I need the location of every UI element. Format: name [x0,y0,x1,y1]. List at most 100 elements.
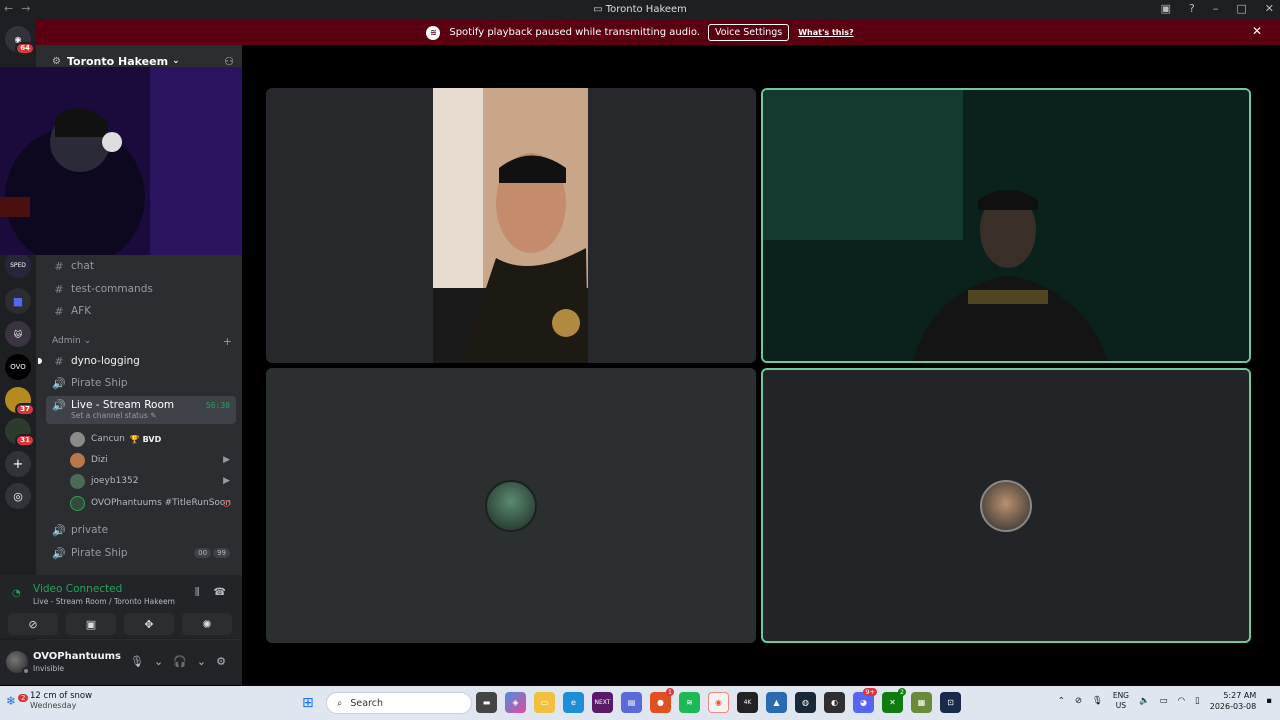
forward-icon[interactable]: → [21,2,30,15]
channel-label: private [71,524,109,536]
server-ovo[interactable]: OVO [5,354,31,380]
app-badge-icon[interactable]: ● 1 [650,688,674,713]
add-channel-icon[interactable]: + [223,335,232,348]
discord-icon[interactable]: ◕ 9+ [853,688,877,713]
copilot-icon[interactable]: ◈ [505,692,526,713]
voice-state[interactable]: Video Connected [33,583,122,595]
server-gold[interactable]: 37 [5,387,35,416]
volume-icon[interactable]: 🔈 [1139,696,1150,706]
server-label: OVO [10,363,26,371]
video-tile-dizi[interactable] [266,88,756,363]
next-icon[interactable]: NEXT [592,692,613,713]
voice-member[interactable]: OVOPhantuums #TitleRunSoon [70,494,234,512]
channel-status-input[interactable]: Set a channel status ✎ [71,411,156,420]
channel-dyno-logging[interactable]: # dyno-logging [38,351,236,371]
speaker-icon: 🔊 [52,546,66,560]
lang-bottom: US [1115,701,1127,710]
voice-settings-button[interactable]: Voice Settings [707,24,790,41]
wifi-icon[interactable]: ◠ [1178,696,1185,706]
noise-suppression-icon[interactable]: ⫼ [195,587,200,598]
gear-icon[interactable]: ⚙ [216,655,226,668]
chevron-down-icon[interactable]: ⌄ [154,655,163,668]
video-tile-cancun[interactable] [266,368,756,643]
search-placeholder: Search [350,697,383,709]
voice-member[interactable]: Cancun 🏆 BVD [70,430,234,448]
voice-action-buttons: ⊘ ▣ ✥ ✺ [8,613,232,635]
spotify-icon[interactable]: ≋ [679,692,700,713]
pill-count: 00 [194,548,212,558]
language-indicator[interactable]: ENG US [1113,691,1129,711]
edge-icon[interactable]: e [563,692,584,713]
microphone-icon[interactable]: 🎙 [130,655,144,668]
channel-test-commands[interactable]: # test-commands [46,279,236,299]
clock-date: 2026-03-08 [1209,702,1257,711]
minimize-button[interactable]: – [1213,2,1219,15]
video-frame [763,90,1249,361]
pill-limit: 99 [213,548,230,558]
channel-live-stream-room[interactable]: 🔊 Live - Stream Room 56:30 Set a channel… [46,396,236,424]
category-admin[interactable]: Admin ⌄ + [52,335,232,348]
notification-icon[interactable]: ▪ [1266,696,1272,706]
discord-home-icon[interactable]: ◉ 64 [5,26,35,55]
username[interactable]: OVOPhantuums [33,651,121,662]
nav-arrows: ← → [4,2,30,15]
channel-pirate-ship[interactable]: 🔊 Pirate Ship [46,373,236,393]
voice-path[interactable]: Live - Stream Room / Toronto Hakeem [33,597,175,606]
video-tile-joeyb1352[interactable] [761,88,1251,363]
disconnect-icon[interactable]: ☎ [214,587,226,598]
windows-start-icon[interactable]: ⊞ [302,695,314,711]
server-31[interactable]: 31 [5,418,35,447]
chevron-up-icon[interactable]: ⌃ [1058,696,1065,706]
close-window-button[interactable]: ✕ [1265,2,1274,15]
close-icon[interactable]: ✕ [1252,24,1262,38]
4k-icon[interactable]: 4K [737,692,758,713]
user-panel: OVOPhantuums Invisible 🎙 ⌄ 🎧 ⌄ ⚙ [0,640,242,685]
microphone-icon[interactable]: 🎙 [1092,696,1103,706]
inbox-icon[interactable]: ▣ [1161,2,1171,15]
add-server-icon[interactable]: + [5,451,31,477]
file-explorer-icon[interactable]: ▬ [476,692,497,713]
chevron-down-icon[interactable]: ⌄ [197,655,206,668]
other-app-icon[interactable]: ⊡ [940,692,961,713]
voice-member[interactable]: Dizi ▶ [70,451,234,469]
member-name: Dizi [91,455,108,465]
battery-icon[interactable]: ▯ [1195,696,1200,706]
xbox-icon[interactable]: ✕ 2 [882,688,906,713]
weather-widget[interactable]: ❄ 2 12 cm of snow Wednesday [6,691,92,710]
obs-icon[interactable]: ◐ [824,692,845,713]
voice-member[interactable]: joeyb1352 ▶ [70,472,234,490]
headphones-icon[interactable]: 🎧 [173,655,187,668]
channel-private[interactable]: 🔊 private [46,520,236,540]
channel-afk[interactable]: # AFK [46,301,236,321]
server-sped[interactable]: SPED [5,252,31,278]
voice-connection-panel: ◔ Video Connected Live - Stream Room / T… [0,575,242,639]
photos-icon[interactable]: ▲ [766,692,787,713]
whats-this-link[interactable]: What's this? [798,28,853,37]
channel-pirate-ship-2[interactable]: 🔊 Pirate Ship 00 99 [46,543,236,563]
help-icon[interactable]: ? [1189,2,1195,15]
activities-button[interactable]: ✥ [124,613,174,635]
camera-off-button[interactable]: ⊘ [8,613,58,635]
channel-chat[interactable]: # chat [46,256,236,276]
back-icon[interactable]: ← [4,2,13,15]
screen-share-button[interactable]: ▣ [66,613,116,635]
taskbar-search[interactable]: ⌕ Search [326,692,472,714]
discover-icon[interactable]: ◎ [5,483,31,509]
display-icon[interactable]: ▭ [1160,696,1168,706]
network-off-icon[interactable]: ⊘ [1075,696,1082,706]
hash-icon: # [54,282,64,296]
folder-icon[interactable]: ▭ [534,692,555,713]
minecraft-icon[interactable]: ▦ [911,692,932,713]
folder-icon[interactable]: ■ [5,288,31,314]
server-cat[interactable]: 🐱 [5,321,31,347]
soundboard-button[interactable]: ✺ [182,613,232,635]
invite-icon[interactable]: ⚇ [224,55,234,68]
weather-temp: 12 cm of snow [30,691,93,701]
steam-icon[interactable]: ◍ [795,692,816,713]
unread-indicator [38,358,42,364]
maximize-button[interactable]: □ [1236,2,1246,15]
taskbar-clock[interactable]: 5:27 AM 2026-03-08 [1210,690,1257,712]
teams-icon[interactable]: ▤ [621,692,642,713]
chrome-icon[interactable]: ◉ [708,692,729,713]
video-tile-ovophantuums[interactable] [761,368,1251,643]
